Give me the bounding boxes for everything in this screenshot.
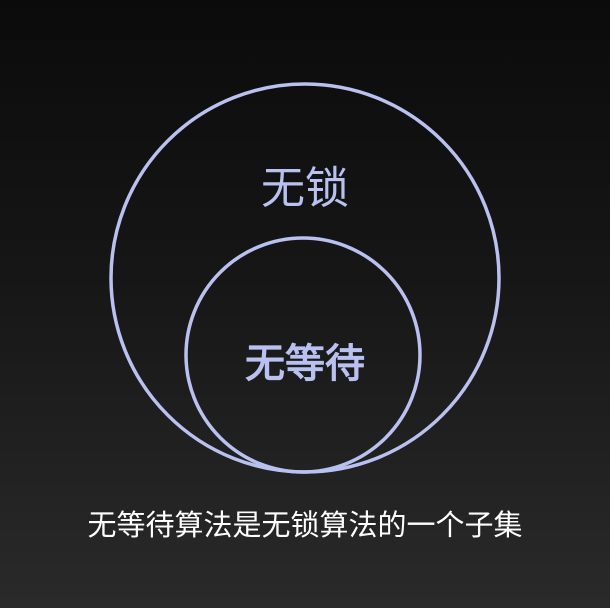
outer-set-label: 无锁 — [261, 163, 349, 214]
diagram-canvas: 无锁 无等待 无等待算法是无锁算法的一个子集 — [0, 0, 610, 608]
outer-set-circle — [109, 82, 501, 474]
inner-set-label: 无等待 — [245, 341, 365, 387]
diagram-caption: 无等待算法是无锁算法的一个子集 — [87, 508, 523, 542]
